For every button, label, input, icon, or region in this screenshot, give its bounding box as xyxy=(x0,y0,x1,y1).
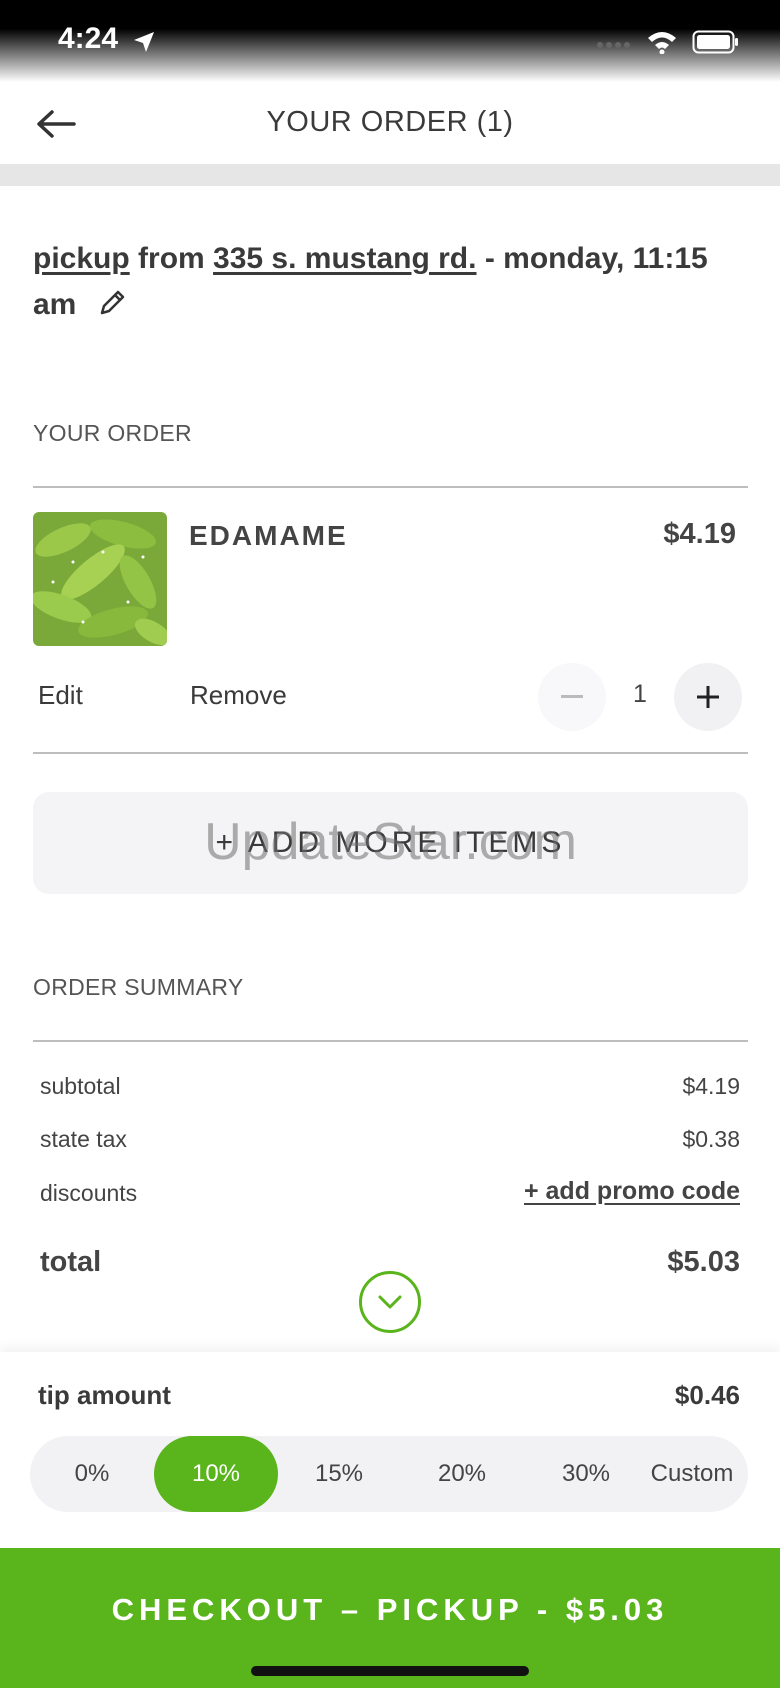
discounts-row: discounts + add promo code xyxy=(40,1177,740,1207)
plus-icon xyxy=(697,686,719,708)
edit-pencil-icon[interactable] xyxy=(97,288,127,318)
minus-icon xyxy=(561,695,583,698)
status-bar: 4:24 xyxy=(0,0,780,82)
add-promo-code-link[interactable]: + add promo code xyxy=(524,1177,740,1206)
header-divider xyxy=(0,164,780,186)
subtotal-label: subtotal xyxy=(40,1073,121,1099)
tax-row: state tax $0.38 xyxy=(40,1126,740,1153)
quantity-value: 1 xyxy=(633,680,647,708)
add-more-items-button[interactable]: + ADD MORE ITEMS UpdateStar.com xyxy=(33,792,748,894)
expand-summary-button[interactable] xyxy=(359,1271,421,1333)
decrease-quantity-button[interactable] xyxy=(538,663,606,731)
location-arrow-icon xyxy=(134,32,154,52)
tip-options: 0% 10% 15% 20% 30% Custom xyxy=(30,1436,748,1512)
your-order-heading: YOUR ORDER xyxy=(33,420,192,446)
battery-icon xyxy=(692,30,738,54)
tax-label: state tax xyxy=(40,1126,127,1152)
subtotal-row: subtotal $4.19 xyxy=(40,1073,740,1100)
pickup-from-text: from xyxy=(138,242,205,275)
page-title: YOUR ORDER (1) xyxy=(266,106,514,138)
total-label: total xyxy=(40,1246,102,1278)
tip-option-15[interactable]: 15% xyxy=(277,1436,401,1512)
divider xyxy=(33,752,748,754)
edit-item-button[interactable]: Edit xyxy=(38,680,83,711)
subtotal-value: $4.19 xyxy=(682,1073,740,1099)
tip-amount-value: $0.46 xyxy=(674,1380,740,1410)
item-price: $4.19 xyxy=(663,518,736,550)
status-indicators xyxy=(596,30,740,54)
pickup-mode-link[interactable]: pickup xyxy=(33,242,130,275)
edamame-image xyxy=(33,512,167,646)
chevron-down-icon xyxy=(378,1295,402,1309)
wifi-icon xyxy=(648,32,676,54)
item-name: EDAMAME xyxy=(189,520,348,551)
divider xyxy=(33,486,748,488)
checkout-button[interactable]: CHECKOUT – PICKUP - $5.03 xyxy=(0,1548,780,1688)
tip-option-0[interactable]: 0% xyxy=(30,1436,154,1512)
tip-option-20[interactable]: 20% xyxy=(400,1436,524,1512)
home-indicator xyxy=(251,1666,529,1676)
tip-option-custom[interactable]: Custom xyxy=(630,1436,754,1512)
tip-option-10[interactable]: 10% xyxy=(154,1436,278,1512)
signal-icon xyxy=(597,42,630,48)
tip-panel: tip amount $0.46 0% 10% 15% 20% 30% Cust… xyxy=(0,1352,780,1548)
total-value: $5.03 xyxy=(667,1246,740,1278)
divider xyxy=(33,1040,748,1042)
watermark: UpdateStar.com xyxy=(204,813,577,871)
pickup-address-link[interactable]: 335 s. mustang rd. xyxy=(213,242,476,275)
pickup-info: pickup from 335 s. mustang rd. - monday,… xyxy=(33,236,733,328)
checkout-label: CHECKOUT – PICKUP - $5.03 xyxy=(111,1592,669,1627)
status-time: 4:24 xyxy=(58,22,119,55)
tax-value: $0.38 xyxy=(682,1126,740,1152)
remove-item-button[interactable]: Remove xyxy=(190,680,287,711)
header: YOUR ORDER (1) xyxy=(0,82,780,164)
increase-quantity-button[interactable] xyxy=(674,663,742,731)
discounts-label: discounts xyxy=(40,1180,138,1206)
order-summary-heading: ORDER SUMMARY xyxy=(33,974,244,1000)
tip-amount-label: tip amount xyxy=(38,1380,171,1410)
